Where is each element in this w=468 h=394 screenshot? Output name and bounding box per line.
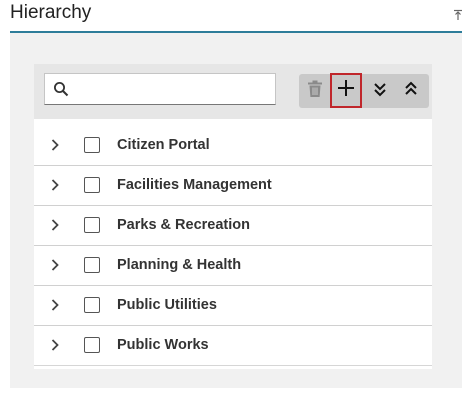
row-label: Planning & Health — [117, 257, 242, 273]
search-box[interactable] — [44, 73, 276, 106]
row-label: Parks & Recreation — [117, 217, 250, 233]
panel-body: Citizen Portal Facilities Management Par… — [10, 33, 462, 388]
double-chevron-up-icon — [404, 81, 418, 102]
tree-row[interactable]: Facilities Management — [34, 166, 432, 206]
chevron-right-icon[interactable] — [48, 218, 62, 232]
search-input[interactable] — [77, 74, 271, 106]
toolbar-button-group — [299, 73, 429, 108]
chevron-right-icon[interactable] — [48, 258, 62, 272]
double-chevron-down-icon — [373, 81, 387, 102]
search-icon — [53, 81, 69, 97]
hierarchy-tree: Citizen Portal Facilities Management Par… — [34, 126, 432, 366]
row-checkbox[interactable] — [84, 177, 100, 193]
chevron-right-icon[interactable] — [48, 178, 62, 192]
tree-row[interactable]: Citizen Portal — [34, 126, 432, 166]
expand-all-button[interactable] — [364, 74, 396, 108]
row-checkbox[interactable] — [84, 217, 100, 233]
plus-icon — [337, 79, 355, 102]
tree-row[interactable]: Parks & Recreation — [34, 206, 432, 246]
row-label: Citizen Portal — [117, 137, 210, 153]
tree-row[interactable]: Public Utilities — [34, 286, 432, 326]
panel-title: Hierarchy — [10, 2, 92, 23]
row-checkbox[interactable] — [84, 257, 100, 273]
row-checkbox[interactable] — [84, 337, 100, 353]
tree-row[interactable]: Planning & Health — [34, 246, 432, 286]
chevron-right-icon[interactable] — [48, 138, 62, 152]
tree-row[interactable]: Public Works — [34, 326, 432, 366]
delete-button[interactable] — [299, 74, 331, 108]
row-label: Facilities Management — [117, 177, 272, 193]
add-button[interactable] — [330, 73, 362, 108]
row-checkbox[interactable] — [84, 137, 100, 153]
row-label: Public Utilities — [117, 297, 217, 313]
toolbar — [34, 64, 432, 119]
row-label: Public Works — [117, 337, 209, 353]
pin-icon[interactable] — [452, 8, 464, 22]
collapse-all-button[interactable] — [395, 74, 427, 108]
row-checkbox[interactable] — [84, 297, 100, 313]
chevron-right-icon[interactable] — [48, 298, 62, 312]
chevron-right-icon[interactable] — [48, 338, 62, 352]
hierarchy-container: Citizen Portal Facilities Management Par… — [34, 64, 432, 369]
trash-icon — [307, 80, 323, 103]
